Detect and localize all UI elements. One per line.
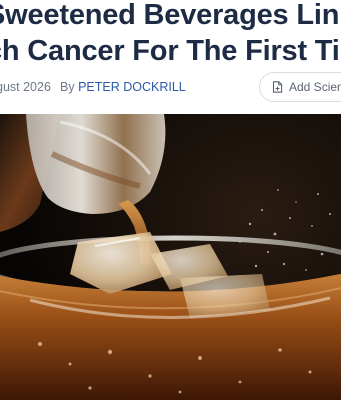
add-document-icon — [272, 81, 283, 93]
hero-image — [0, 114, 341, 400]
byline: By PETER DOCKRILL — [60, 80, 186, 94]
article-headline: Sweetened Beverages Linke ch Cancer For … — [0, 0, 341, 69]
add-science-alert-button[interactable]: Add Scienc — [259, 72, 341, 102]
add-science-label: Add Scienc — [289, 80, 341, 94]
byline-prefix: By — [60, 80, 75, 94]
headline-line-2: ch Cancer For The First Time — [0, 35, 341, 67]
article-meta: gust 2026 By PETER DOCKRILL Add Scienc — [0, 72, 341, 102]
article-page: Sweetened Beverages Linke ch Cancer For … — [0, 0, 341, 400]
headline-line-1: Sweetened Beverages Linke — [0, 0, 341, 31]
author-link[interactable]: PETER DOCKRILL — [78, 80, 186, 94]
soda-pour-illustration — [0, 114, 341, 400]
publish-date: gust 2026 — [0, 80, 51, 94]
